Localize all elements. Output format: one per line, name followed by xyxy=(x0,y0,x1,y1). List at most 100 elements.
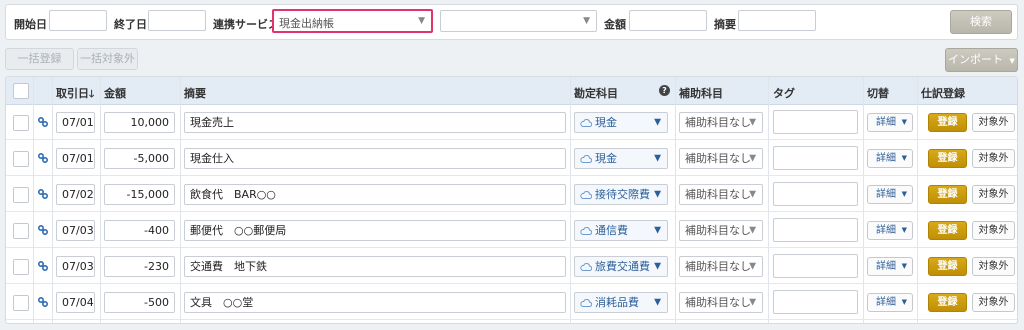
row-memo-input[interactable]: 郵便代 ○○郵便局 xyxy=(184,220,566,241)
end-date-input[interactable] xyxy=(148,10,206,31)
row-sub-account-select[interactable]: 補助科目なし ▼ xyxy=(679,112,763,133)
row-exclude-button[interactable]: 対象外 xyxy=(972,221,1015,240)
row-account-select[interactable]: 旅費交通費 ▼ xyxy=(574,256,668,277)
row-register-button[interactable]: 登録 xyxy=(928,185,967,204)
header-tag: タグ xyxy=(773,87,795,100)
link-icon[interactable] xyxy=(37,224,49,236)
service-select[interactable]: 現金出納帳 ▼ xyxy=(272,9,433,33)
row-date-input[interactable]: 07/01 xyxy=(56,148,95,169)
row-date-input[interactable]: 07/01 xyxy=(56,112,95,133)
import-button-label: インポート xyxy=(948,53,1004,66)
bulk-register-button[interactable]: 一括登録 xyxy=(5,48,74,70)
row-detail-button[interactable]: 詳細 ▼ xyxy=(867,293,913,312)
row-sub-account-select[interactable]: 補助科目なし ▼ xyxy=(679,184,763,205)
row-sub-account-select[interactable]: 補助科目なし ▼ xyxy=(679,256,763,277)
chevron-down-icon: ▼ xyxy=(749,189,756,199)
row-memo-input[interactable]: 現金売上 xyxy=(184,112,566,133)
row-checkbox[interactable] xyxy=(13,115,29,131)
chevron-down-icon: ▼ xyxy=(654,153,661,163)
row-amount-input[interactable]: 10,000 xyxy=(104,112,175,133)
link-icon[interactable] xyxy=(37,152,49,164)
link-icon[interactable] xyxy=(37,296,49,308)
row-checkbox[interactable] xyxy=(13,295,29,311)
row-checkbox[interactable] xyxy=(13,187,29,203)
row-account-select[interactable]: 接待交際費 ▼ xyxy=(574,184,668,205)
row-sub-account-select[interactable]: 補助科目なし ▼ xyxy=(679,292,763,313)
row-memo-input[interactable]: 現金仕入 xyxy=(184,148,566,169)
row-exclude-button[interactable]: 対象外 xyxy=(972,257,1015,276)
row-detail-button[interactable]: 詳細 ▼ xyxy=(867,221,913,240)
row-account-value: 現金 xyxy=(595,152,617,165)
row-tag-input[interactable] xyxy=(773,146,858,170)
amount-input[interactable] xyxy=(629,10,707,31)
amount-label: 金額 xyxy=(604,18,626,31)
row-tag-input[interactable] xyxy=(773,110,858,134)
end-date-label: 終了日 xyxy=(114,18,147,31)
help-icon[interactable]: ? xyxy=(659,85,670,96)
row-tag-input[interactable] xyxy=(773,218,858,242)
row-memo-input[interactable]: 交通費 地下鉄 xyxy=(184,256,566,277)
row-register-button[interactable]: 登録 xyxy=(928,293,967,312)
link-icon[interactable] xyxy=(37,188,49,200)
row-account-select[interactable]: 消耗品費 ▼ xyxy=(574,292,668,313)
import-button[interactable]: インポート ▼ xyxy=(945,48,1018,72)
row-register-button[interactable]: 登録 xyxy=(928,113,967,132)
row-detail-button[interactable]: 詳細 ▼ xyxy=(867,257,913,276)
row-sub-account-value: 補助科目なし xyxy=(685,116,751,129)
row-account-select[interactable]: 現金 ▼ xyxy=(574,112,668,133)
bulk-exclude-button[interactable]: 一括対象外 xyxy=(77,48,138,70)
row-account-value: 消耗品費 xyxy=(595,296,639,309)
cloud-icon xyxy=(580,299,592,307)
row-register-button[interactable]: 登録 xyxy=(928,221,967,240)
select-all-checkbox[interactable] xyxy=(13,83,29,99)
chevron-down-icon: ▼ xyxy=(654,261,661,271)
row-sub-account-select[interactable]: 補助科目なし ▼ xyxy=(679,220,763,241)
row-detail-label: 詳細 xyxy=(876,225,896,236)
row-date-input[interactable]: 07/02 xyxy=(56,184,95,205)
row-tag-input[interactable] xyxy=(773,182,858,206)
row-exclude-button[interactable]: 対象外 xyxy=(972,149,1015,168)
row-amount-input[interactable]: -5,000 xyxy=(104,148,175,169)
row-account-select[interactable]: 現金 ▼ xyxy=(574,148,668,169)
row-account-select[interactable]: 通信費 ▼ xyxy=(574,220,668,241)
row-account-value: 現金 xyxy=(595,116,617,129)
row-tag-input[interactable] xyxy=(773,254,858,278)
row-sub-account-select[interactable]: 補助科目なし ▼ xyxy=(679,148,763,169)
row-date-input[interactable]: 07/04 xyxy=(56,292,95,313)
row-detail-button[interactable]: 詳細 ▼ xyxy=(867,113,913,132)
cloud-icon xyxy=(580,191,592,199)
row-detail-button[interactable]: 詳細 ▼ xyxy=(867,185,913,204)
header-date[interactable]: 取引日🡓 xyxy=(56,85,94,104)
memo-input[interactable] xyxy=(738,10,816,31)
row-register-button[interactable]: 登録 xyxy=(928,149,967,168)
link-icon[interactable] xyxy=(37,260,49,272)
row-exclude-button[interactable]: 対象外 xyxy=(972,185,1015,204)
chevron-down-icon: ▼ xyxy=(583,16,590,26)
row-register-button[interactable]: 登録 xyxy=(928,257,967,276)
row-account-value: 旅費交通費 xyxy=(595,260,650,273)
cloud-icon xyxy=(580,263,592,271)
link-icon[interactable] xyxy=(37,116,49,128)
row-amount-input[interactable]: -500 xyxy=(104,292,175,313)
row-amount-input[interactable]: -400 xyxy=(104,220,175,241)
row-checkbox[interactable] xyxy=(13,151,29,167)
row-date-input[interactable]: 07/03 xyxy=(56,256,95,277)
row-detail-label: 詳細 xyxy=(876,297,896,308)
row-amount-input[interactable]: -15,000 xyxy=(104,184,175,205)
row-amount-input[interactable]: -230 xyxy=(104,256,175,277)
row-tag-input[interactable] xyxy=(773,290,858,314)
service-select-value: 現金出納帳 xyxy=(279,17,334,30)
caret-down-icon: ▼ xyxy=(1009,57,1015,65)
row-checkbox[interactable] xyxy=(13,259,29,275)
start-date-input[interactable] xyxy=(49,10,107,31)
row-exclude-button[interactable]: 対象外 xyxy=(972,113,1015,132)
service-sub-select[interactable]: ▼ xyxy=(440,10,597,32)
row-memo-input[interactable]: 文具 ○○堂 xyxy=(184,292,566,313)
row-sub-account-value: 補助科目なし xyxy=(685,224,751,237)
search-button[interactable]: 検索 xyxy=(950,10,1012,34)
row-exclude-button[interactable]: 対象外 xyxy=(972,293,1015,312)
row-detail-button[interactable]: 詳細 ▼ xyxy=(867,149,913,168)
row-date-input[interactable]: 07/03 xyxy=(56,220,95,241)
row-memo-input[interactable]: 飲食代 BAR○○ xyxy=(184,184,566,205)
row-checkbox[interactable] xyxy=(13,223,29,239)
